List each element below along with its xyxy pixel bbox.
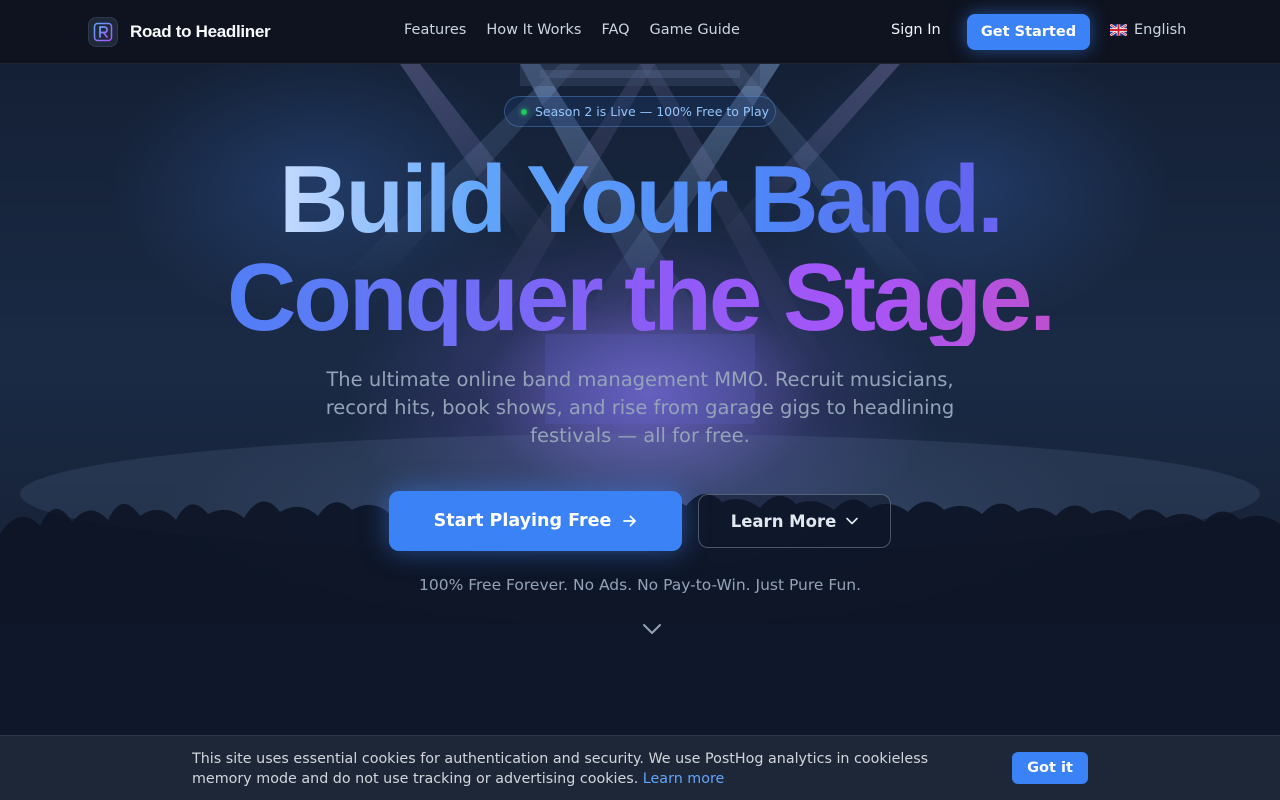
brand-logo-icon [88,17,118,47]
nav-link-game-guide[interactable]: Game Guide [650,22,740,38]
chevron-down-icon [846,517,859,525]
start-playing-label: Start Playing Free [433,511,612,531]
hero-headline-line1: Build Your Band. [0,152,1280,248]
season-badge: Season 2 is Live — 100% Free to Play [504,96,776,127]
main-nav: Features How It Works FAQ Game Guide [404,22,740,38]
language-label: English [1134,22,1187,38]
learn-more-label: Learn More [730,511,837,531]
uk-flag-icon [1110,24,1127,36]
top-nav: Road to Headliner Features How It Works … [0,0,1280,64]
brand-name: Road to Headliner [130,22,271,41]
arrow-right-icon [623,515,637,527]
nav-link-features[interactable]: Features [404,22,466,38]
cookie-message: This site uses essential cookies for aut… [192,751,929,787]
cookie-accept-button[interactable]: Got it [1012,752,1088,784]
get-started-button[interactable]: Get Started [967,14,1090,50]
hero-tagline: 100% Free Forever. No Ads. No Pay-to-Win… [418,576,862,594]
live-dot-icon [521,108,527,115]
learn-more-button[interactable]: Learn More [698,494,891,548]
hero-subtitle: The ultimate online band management MMO.… [325,368,955,447]
sign-in-link[interactable]: Sign In [891,22,941,38]
brand[interactable]: Road to Headliner [88,16,271,48]
hero-headline-line2: Conquer the Stage. [0,250,1280,346]
start-playing-button[interactable]: Start Playing Free [389,491,682,551]
cookie-banner: This site uses essential cookies for aut… [0,735,1280,800]
cookie-text: This site uses essential cookies for aut… [192,749,992,789]
language-selector[interactable]: English [1110,22,1186,38]
nav-link-how-it-works[interactable]: How It Works [486,22,581,38]
cookie-learn-more-link[interactable]: Learn more [643,771,725,787]
season-badge-text: Season 2 is Live — 100% Free to Play [535,104,769,119]
nav-link-faq[interactable]: FAQ [601,22,629,38]
scroll-down-chevron-icon[interactable] [642,622,662,636]
